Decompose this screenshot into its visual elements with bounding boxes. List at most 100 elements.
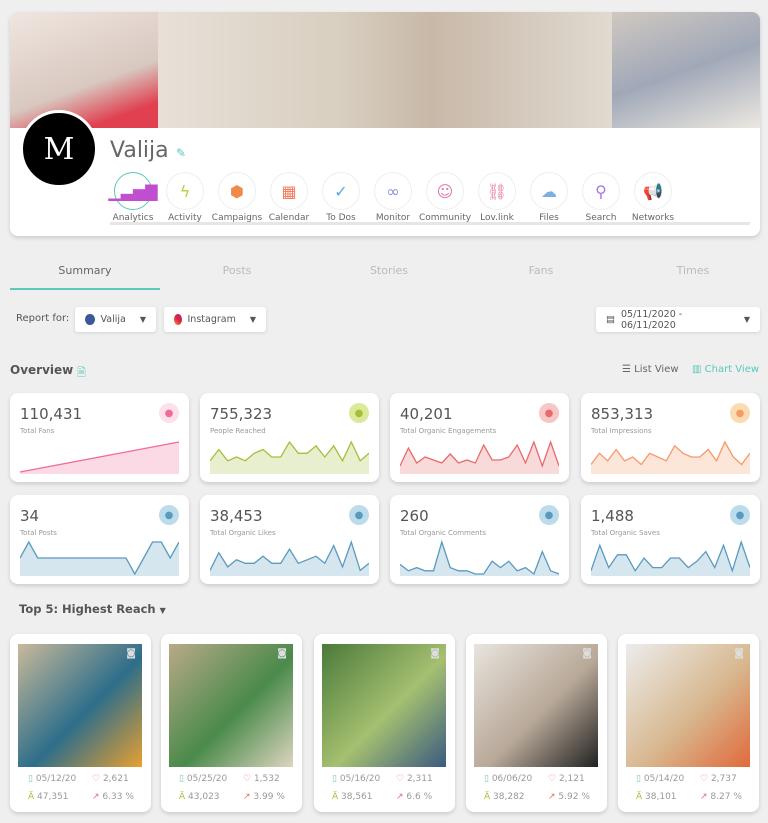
metric-card[interactable]: 260 Total Organic Comments ● xyxy=(390,495,569,584)
nav-activity[interactable]: ϟ Activity xyxy=(159,172,211,223)
chart-view-button[interactable]: ▥ Chart View xyxy=(692,364,759,375)
sparkline-line xyxy=(400,539,559,576)
profile-header: M Valija ✎ ▁▃▅▇ Analytics ϟ Activity ⬢ Campai… xyxy=(10,12,760,236)
metric-value: 40,201 xyxy=(400,405,453,423)
metric-value: 755,323 xyxy=(210,405,273,423)
tab-times[interactable]: Times xyxy=(618,264,768,277)
metric-sparkline xyxy=(400,440,559,474)
tab-fans[interactable]: Fans xyxy=(466,264,616,277)
metric-card[interactable]: 40,201 Total Organic Engagements ● xyxy=(390,393,569,482)
nav-community[interactable]: ☺ Community xyxy=(419,172,471,223)
chat-smile-icon: ☺ xyxy=(426,172,464,210)
nav-calendar[interactable]: ▦ Calendar xyxy=(263,172,315,223)
metric-card[interactable]: 1,488 Total Organic Saves ● xyxy=(581,495,760,584)
metric-sparkline xyxy=(591,539,750,576)
heart-icon: ♡ xyxy=(548,774,557,784)
post-icon: ● xyxy=(159,505,179,525)
cloud-icon: ☁ xyxy=(530,172,568,210)
calendar-icon: ▯ xyxy=(179,774,184,784)
network-value: Instagram xyxy=(187,314,236,325)
nav-to-dos[interactable]: ✓ To Dos xyxy=(315,172,367,223)
date-range-picker[interactable]: ▤ 05/11/2020 - 06/11/2020 ▼ xyxy=(596,307,760,332)
post-reach: Ä 38,101 xyxy=(636,792,677,802)
tab-summary[interactable]: Summary xyxy=(10,264,160,277)
post-date: ▯ 05/25/20 xyxy=(179,774,227,784)
avatar[interactable]: M xyxy=(20,110,98,188)
date-value: 05/14/20 xyxy=(643,774,685,784)
calendar-icon: ▯ xyxy=(332,774,337,784)
tab-stories[interactable]: Stories xyxy=(314,264,464,277)
metric-card[interactable]: 110,431 Total Fans ● xyxy=(10,393,189,482)
tab-posts[interactable]: Posts xyxy=(162,264,312,277)
nav-files[interactable]: ☁ Files xyxy=(523,172,575,223)
post-image[interactable]: ◙ xyxy=(169,644,293,767)
likes-value: 2,621 xyxy=(102,774,129,784)
camera-icon: ◙ xyxy=(277,648,287,659)
bar-chart-icon: ▁▃▅▇ xyxy=(108,172,158,210)
post-image[interactable]: ◙ xyxy=(322,644,446,767)
date-value: 06/06/20 xyxy=(491,774,533,784)
post-image[interactable]: ◙ xyxy=(18,644,142,767)
top-post-card[interactable]: ◙ ▯ 05/25/20 ♡ 1,532 Ä 43,023 ↗ 3.99 % xyxy=(161,634,302,812)
top-post-card[interactable]: ◙ ▯ 05/12/20 ♡ 2,621 Ä 47,351 ↗ 6.33 % xyxy=(10,634,151,812)
camera-icon: ◙ xyxy=(582,648,592,659)
reach-icon: Ä xyxy=(636,792,643,802)
nav-search[interactable]: ⚲ Search xyxy=(575,172,627,223)
metric-card[interactable]: 853,313 Total Impressions ● xyxy=(581,393,760,482)
metric-card[interactable]: 755,323 People Reached ● xyxy=(200,393,379,482)
reach-value: 38,101 xyxy=(645,792,677,802)
metric-value: 853,313 xyxy=(591,405,654,423)
metric-card[interactable]: 34 Total Posts ● xyxy=(10,495,189,584)
account-value: Valija xyxy=(100,314,126,325)
nav-analytics[interactable]: ▁▃▅▇ Analytics xyxy=(107,172,159,223)
post-engagement-rate: ↗ 8.27 % xyxy=(700,792,742,802)
overview-title: Overview xyxy=(10,363,74,377)
nav-label: To Dos xyxy=(326,213,356,223)
active-tab-indicator xyxy=(10,288,160,290)
megaphone-icon: 📢 xyxy=(634,172,672,210)
metric-card[interactable]: 38,453 Total Organic Likes ● xyxy=(200,495,379,584)
chevron-down-icon: ▼ xyxy=(139,315,146,324)
heart-icon: ♡ xyxy=(92,774,101,784)
nav-label: Community xyxy=(419,213,472,223)
nav-monitor[interactable]: ∞ Monitor xyxy=(367,172,419,223)
metric-value: 38,453 xyxy=(210,507,263,525)
post-image[interactable]: ◙ xyxy=(474,644,598,767)
heart-icon: ♡ xyxy=(700,774,709,784)
nav-label: Activity xyxy=(168,213,202,223)
export-icon[interactable]: 🗎 xyxy=(77,364,86,383)
nav-campaigns[interactable]: ⬢ Campaigns xyxy=(211,172,263,223)
chevron-down-icon: ▼ xyxy=(249,315,256,324)
sparkline-area xyxy=(591,442,750,474)
boxes-icon: ⬢ xyxy=(218,172,256,210)
top-post-card[interactable]: ◙ ▯ 05/16/20 ♡ 2,311 Ä 38,561 ↗ 6.6 % xyxy=(314,634,455,812)
list-view-button[interactable]: ☰ List View xyxy=(622,364,679,375)
nav-lov-link[interactable]: ⛓ Lov.link xyxy=(471,172,523,223)
post-reach: Ä 38,282 xyxy=(484,792,525,802)
top-post-card[interactable]: ◙ ▯ 05/14/20 ♡ 2,737 Ä 38,101 ↗ 8.27 % xyxy=(618,634,759,812)
engagement-icon: ● xyxy=(539,403,559,423)
nav-networks[interactable]: 📢 Networks xyxy=(627,172,679,223)
top-post-card[interactable]: ◙ ▯ 06/06/20 ♡ 2,121 Ä 38,282 ↗ 5.92 % xyxy=(466,634,607,812)
post-engagement-rate: ↗ 3.99 % xyxy=(243,792,285,802)
account-dropdown[interactable]: Valija ▼ xyxy=(75,307,156,332)
nav-label: Analytics xyxy=(112,213,154,223)
edit-pencil-icon[interactable]: ✎ xyxy=(176,146,186,160)
profile-name: Valija xyxy=(110,138,169,163)
metric-value: 1,488 xyxy=(591,507,634,525)
network-dropdown[interactable]: Instagram ▼ xyxy=(164,307,266,332)
heart-icon: ● xyxy=(349,505,369,525)
top-posts-title[interactable]: Top 5: Highest Reach ▼ xyxy=(19,602,166,616)
post-image[interactable]: ◙ xyxy=(626,644,750,767)
post-date: ▯ 05/16/20 xyxy=(332,774,380,784)
metric-sparkline xyxy=(400,539,559,576)
metric-sparkline xyxy=(591,440,750,474)
metric-value: 260 xyxy=(400,507,429,525)
reach-value: 47,351 xyxy=(37,792,69,802)
heart-icon: ♡ xyxy=(396,774,405,784)
metric-sparkline xyxy=(210,539,369,576)
post-likes: ♡ 2,737 xyxy=(700,774,737,784)
top-posts-label: Top 5: Highest Reach xyxy=(19,602,156,616)
bookmark-icon: ● xyxy=(730,505,750,525)
binoculars-icon: ∞ xyxy=(374,172,412,210)
